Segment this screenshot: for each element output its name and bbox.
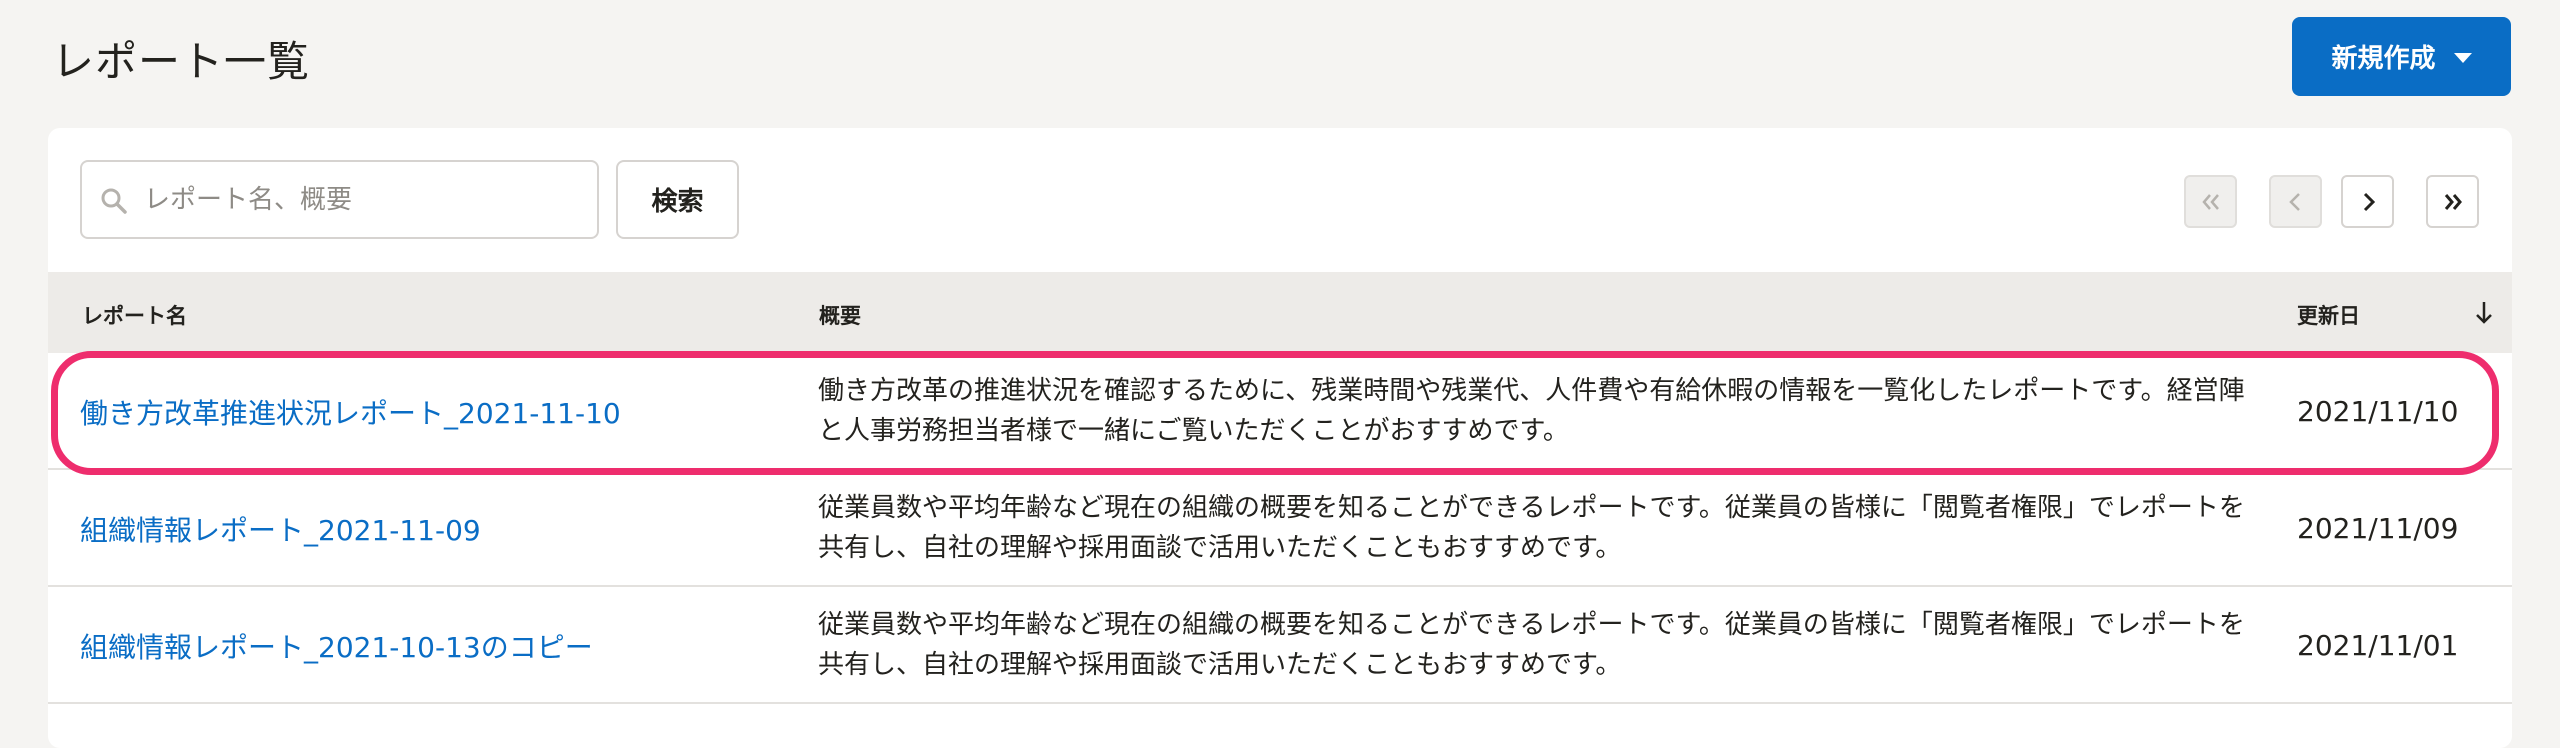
chevron-down-icon — [2453, 53, 2472, 63]
report-name-link[interactable]: 組織情報レポート_2021-10-13のコピー — [80, 587, 780, 704]
column-header-updated[interactable]: 更新日 — [2297, 300, 2360, 330]
report-summary: 従業員数や平均年齢など現在の組織の概要を知ることができるレポートです。従業員の皆… — [818, 493, 2245, 563]
page-title: レポート一覧 — [52, 37, 311, 86]
report-name-link[interactable]: 組織情報レポート_2021-11-09 — [80, 470, 780, 587]
report-updated-date: 2021/11/09 — [2297, 512, 2459, 545]
table-row[interactable]: 組織情報レポート_2021-11-09 従業員数や平均年齢など現在の組織の概要を… — [48, 470, 2512, 587]
page-header: レポート一覧 新規作成 — [0, 0, 2560, 118]
last-page-button[interactable] — [2426, 175, 2479, 228]
report-updated-date: 2021/11/01 — [2297, 629, 2459, 662]
double-chevron-right-icon — [2444, 193, 2462, 210]
report-name-link[interactable]: 働き方改革推進状況レポート_2021-11-10 — [80, 353, 780, 470]
search-input[interactable] — [144, 162, 584, 237]
first-page-button[interactable] — [2184, 175, 2237, 228]
search-button[interactable]: 検索 — [616, 160, 739, 239]
prev-page-button[interactable] — [2269, 175, 2322, 228]
search-icon — [101, 188, 127, 214]
table-row[interactable]: 働き方改革推進状況レポート_2021-11-10 働き方改革の推進状況を確認する… — [48, 353, 2512, 470]
next-page-button[interactable] — [2341, 175, 2394, 228]
table-row[interactable]: 組織情報レポート_2021-10-13のコピー 従業員数や平均年齢など現在の組織… — [48, 587, 2512, 704]
arrow-down-icon[interactable] — [2473, 298, 2495, 326]
table-header: レポート名 概要 更新日 — [48, 272, 2512, 353]
column-header-summary[interactable]: 概要 — [819, 300, 861, 330]
column-header-name[interactable]: レポート名 — [82, 300, 187, 330]
report-summary: 働き方改革の推進状況を確認するために、残業時間や残業代、人件費や有給休暇の情報を… — [818, 376, 2245, 446]
report-list-card: 検索 レポート名 概要 更新日 働き方改革推進状況レポート_2021-11-10 — [48, 128, 2512, 748]
new-report-button-label: 新規作成 — [2331, 44, 2436, 74]
search-field[interactable] — [80, 160, 599, 239]
report-updated-date: 2021/11/10 — [2297, 395, 2459, 428]
chevron-left-icon — [2288, 192, 2300, 211]
new-report-button[interactable]: 新規作成 — [2292, 17, 2511, 96]
double-chevron-left-icon — [2201, 193, 2219, 210]
chevron-right-icon — [2363, 192, 2375, 211]
report-summary: 従業員数や平均年齢など現在の組織の概要を知ることができるレポートです。従業員の皆… — [818, 610, 2245, 680]
